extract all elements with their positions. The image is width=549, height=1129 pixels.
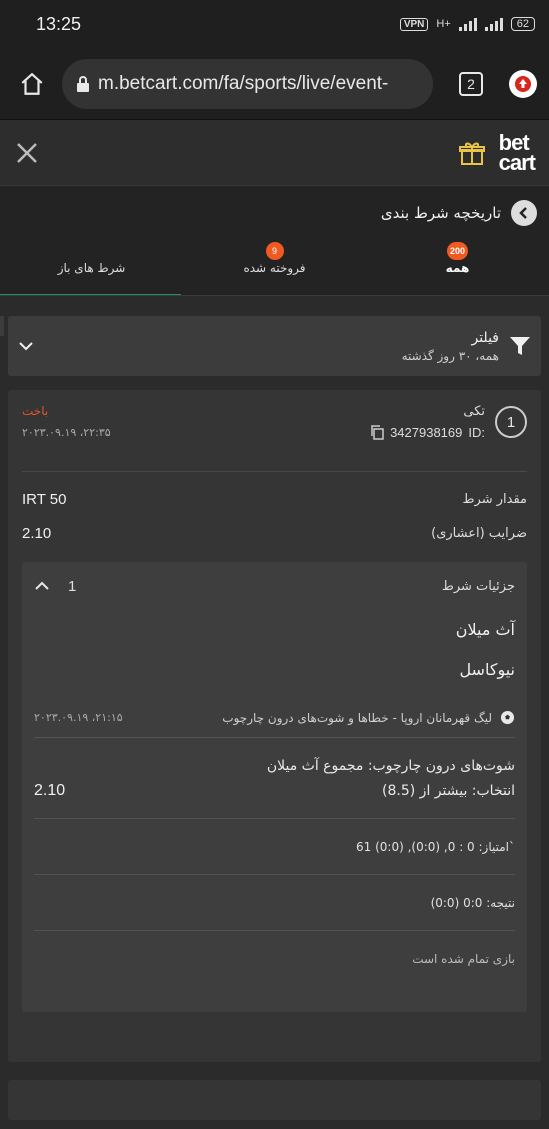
logo-line-2: cart — [498, 149, 536, 175]
score-line: امتیاز: 0 : 0, (0:0), (0:0) 61` — [34, 819, 515, 875]
bet-number: 1 — [495, 406, 527, 438]
filter-icon — [510, 337, 530, 355]
clock: 13:25 — [36, 13, 82, 34]
bet-details-panel: جزئیات شرط 1 آث میلان نیوکاسل لیگ قهرمان… — [22, 562, 527, 1012]
details-title: جزئیات شرط — [441, 578, 515, 594]
stake-label: مقدار شرط — [462, 491, 527, 507]
bet-id-label: ID: — [468, 425, 485, 440]
tab-all[interactable]: 200 همه — [366, 240, 549, 296]
result-line: نتیجه: 0:0 (0:0) — [34, 875, 515, 931]
selection-text: انتخاب: بیشتر از (8.5) — [382, 783, 515, 799]
bet-history-content: فیلتر همه، ۳۰ روز گذشته 1 تکی ID: 342793… — [0, 296, 549, 1120]
stake-value: IRT 50 — [22, 490, 67, 508]
tab-all-badge: 200 — [446, 242, 469, 260]
site-header: bet cart — [0, 120, 549, 186]
url-text: m.betcart.com/fa/sports/live/event- — [98, 72, 389, 94]
bet-type: تکی — [463, 404, 485, 419]
bet-id: 3427938169 — [390, 425, 463, 440]
tab-cashed-out-label: فروخته شده — [243, 261, 306, 275]
odds-value: 2.10 — [22, 524, 52, 542]
back-button[interactable] — [511, 200, 537, 226]
chevron-up-icon[interactable] — [34, 578, 50, 594]
bet-card-next[interactable] — [8, 1080, 541, 1120]
team-home: آث میلان — [455, 620, 515, 639]
page-title: تاریخچه شرط بندی — [380, 204, 501, 222]
vpn-indicator: VPN — [399, 17, 429, 31]
betcart-logo[interactable]: bet cart — [498, 131, 536, 175]
tab-all-label: همه — [445, 261, 470, 275]
filter-subtitle: همه، ۳۰ روز گذشته — [401, 348, 499, 363]
gift-icon[interactable] — [458, 140, 485, 166]
tab-cashed-out[interactable]: 9 فروخته شده — [183, 240, 366, 296]
league-name: لیگ قهرمانان اروپا - خطاها و شوت‌های درو… — [222, 710, 492, 725]
filter-title: فیلتر — [471, 329, 499, 346]
history-tabs: 200 همه 9 فروخته شده شرط های باز — [0, 240, 549, 296]
scroll-marker — [0, 316, 4, 336]
filter-panel[interactable]: فیلتر همه، ۳۰ روز گذشته — [8, 316, 541, 376]
page-title-bar: تاریخچه شرط بندی — [0, 186, 549, 240]
bet-datetime: ۲۰۲۳.۰۹.۱۹ ،۲۲:۳۵ — [22, 426, 111, 439]
network-type: H+ — [436, 18, 451, 30]
bet-card[interactable]: 1 تکی ID: 3427938169 باخت ۲۰۲۳.۰۹.۱۹ ،۲۲… — [8, 390, 541, 1062]
tab-cashed-out-badge: 9 — [265, 242, 284, 260]
signal-icon — [458, 17, 477, 31]
signal-icon-2 — [484, 17, 503, 31]
browser-toolbar: m.betcart.com/fa/sports/live/event- 2 — [0, 48, 549, 120]
battery-icon: 62 — [510, 17, 535, 31]
address-bar[interactable]: m.betcart.com/fa/sports/live/event- — [62, 58, 433, 109]
status-bar: 13:25 VPN H+ 62 — [0, 0, 549, 48]
update-icon[interactable] — [509, 69, 537, 98]
match-datetime: ۲۰۲۳.۰۹.۱۹ ،۲۱:۱۵ — [34, 711, 123, 724]
lock-icon — [77, 75, 89, 92]
tab-open-bets[interactable]: شرط های باز — [0, 240, 183, 296]
home-icon[interactable] — [12, 64, 52, 104]
selections-count: 1 — [68, 577, 77, 595]
chevron-left-icon — [519, 207, 527, 219]
soccer-ball-icon — [500, 710, 515, 725]
team-away: نیوکاسل — [459, 660, 515, 679]
tab-open-bets-label: شرط های باز — [57, 261, 126, 275]
market-name: شوت‌های درون چارچوب: مجموع آث میلان — [266, 758, 515, 774]
chevron-down-icon[interactable] — [18, 338, 34, 354]
close-icon[interactable] — [16, 142, 38, 164]
selection-odds: 2.10 — [34, 782, 66, 799]
copy-icon[interactable] — [370, 425, 384, 440]
tab-switcher-button[interactable]: 2 — [459, 71, 483, 96]
odds-label: ضرایب (اعشاری) — [431, 525, 527, 541]
game-status: بازی تمام شده است — [412, 952, 515, 966]
bet-status-badge: باخت — [22, 404, 49, 418]
